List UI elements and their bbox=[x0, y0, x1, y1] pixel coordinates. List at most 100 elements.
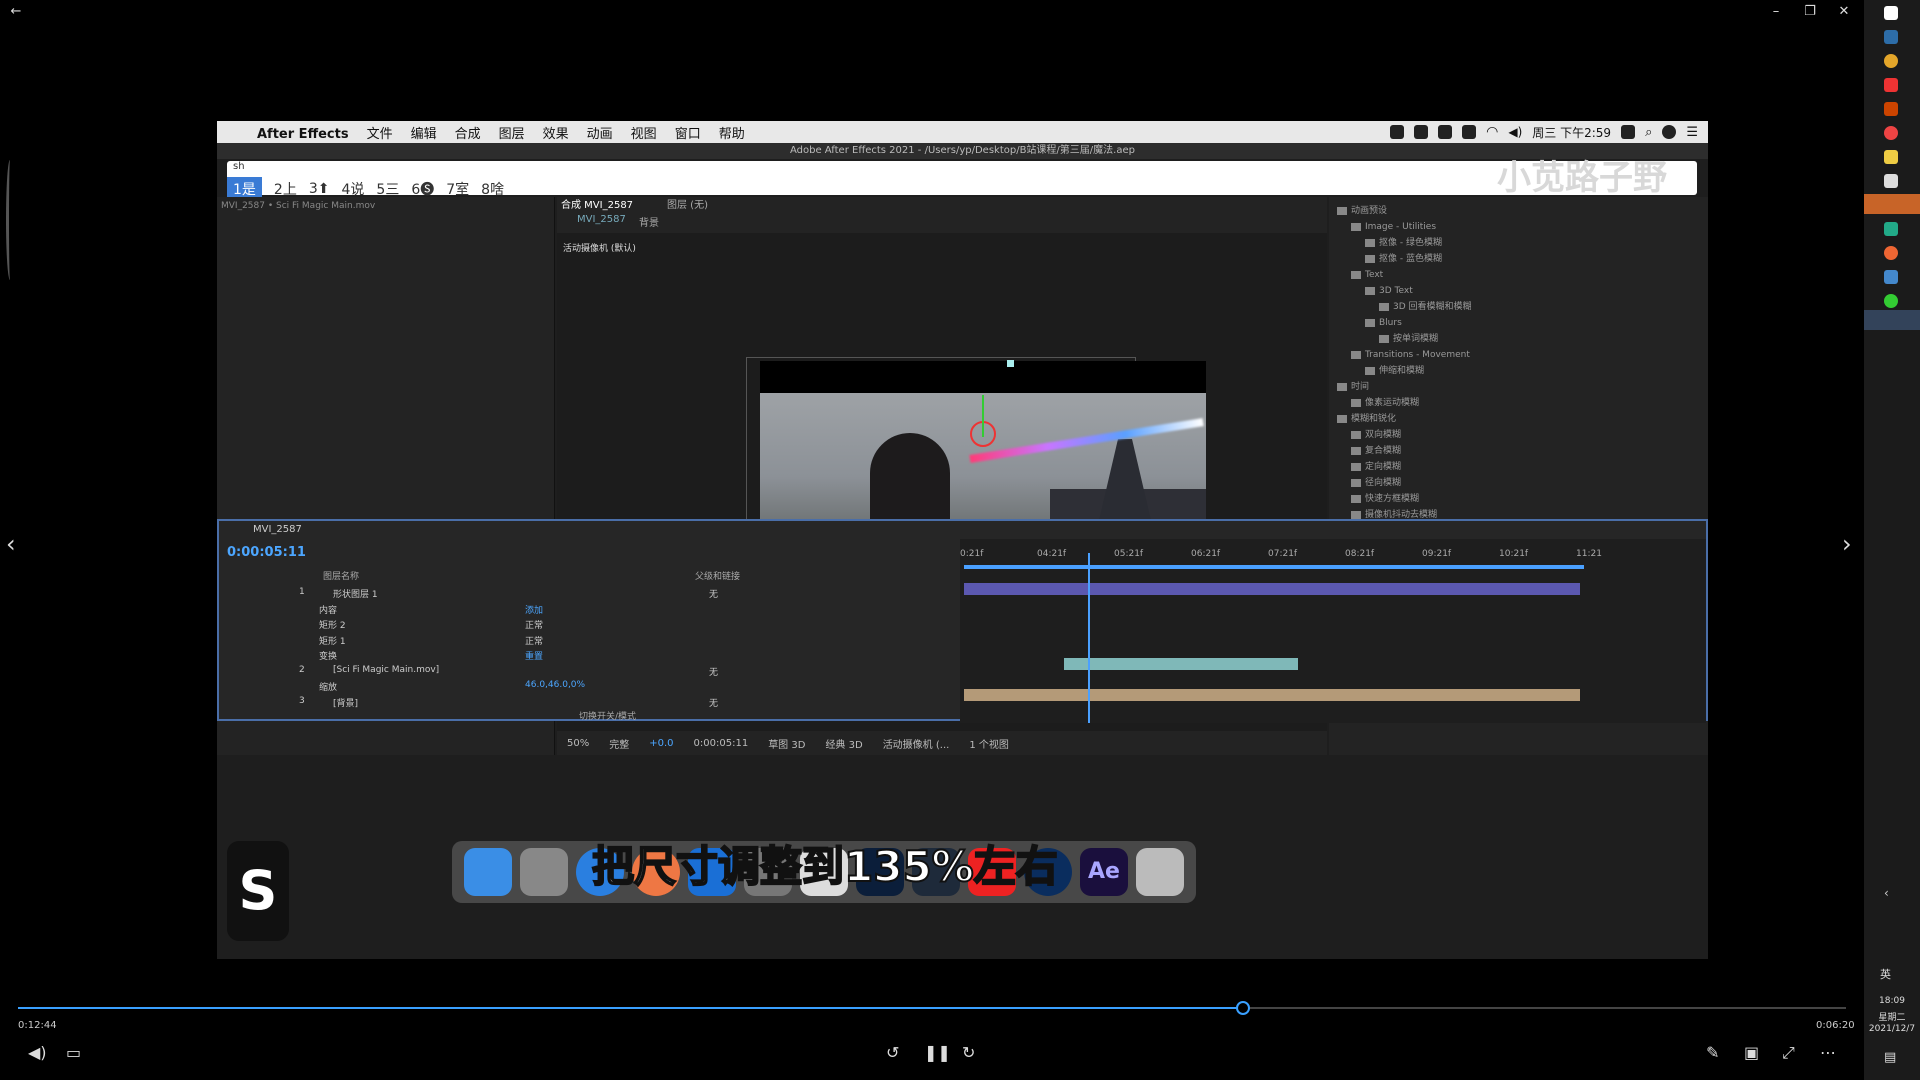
crumb-bg[interactable]: 背景 bbox=[639, 214, 659, 229]
layer-name[interactable]: 内容 bbox=[319, 603, 337, 616]
timeline-time[interactable]: 0:00:05:11 bbox=[227, 545, 306, 560]
close-icon[interactable]: ✕ bbox=[1834, 3, 1854, 21]
tray-app-icon[interactable] bbox=[1414, 125, 1429, 139]
trash-icon[interactable] bbox=[1136, 848, 1184, 896]
tray-w-icon[interactable] bbox=[1438, 125, 1453, 139]
timeline-row[interactable]: 变换 重置 bbox=[219, 649, 959, 664]
timeline-row[interactable]: 矩形 2 正常 bbox=[219, 618, 959, 633]
app-red-icon[interactable] bbox=[1884, 78, 1898, 92]
chrome-icon[interactable] bbox=[1884, 54, 1898, 68]
rewind-10-icon[interactable]: ↺ bbox=[886, 1043, 899, 1062]
video-frame[interactable]: After Effects 文件 编辑 合成 图层 效果 动画 视图 窗口 帮助 ◠ ◀) 周三 … bbox=[217, 121, 1708, 959]
renderer-select[interactable]: 经典 3D bbox=[825, 736, 862, 751]
effects-item[interactable]: 快速方框模糊 bbox=[1333, 491, 1705, 507]
ime-candidate[interactable]: 6🅢 bbox=[411, 179, 434, 199]
timeline-tracks[interactable]: 0:21f 04:21f 05:21f 06:21f 07:21f 08:21f 09:21… bbox=[960, 539, 1706, 723]
effects-item[interactable]: 按单词模糊 bbox=[1333, 331, 1705, 347]
timeline-row[interactable]: 缩放 46.0,46.0,0% bbox=[219, 680, 959, 695]
effects-item[interactable]: 3D 回看模糊和模糊 bbox=[1333, 299, 1705, 315]
layer2-bar[interactable] bbox=[1064, 658, 1298, 670]
layer-mode[interactable]: 正常 bbox=[525, 618, 543, 631]
effects-item[interactable]: 定向模糊 bbox=[1333, 459, 1705, 475]
layer-tab[interactable]: 图层 (无) bbox=[667, 196, 708, 211]
layer-name[interactable]: [Sci Fi Magic Main.mov] bbox=[333, 665, 439, 675]
menu-item[interactable]: After Effects bbox=[257, 127, 349, 142]
layer-mode[interactable]: 正常 bbox=[525, 634, 543, 647]
layer-name[interactable]: 变换 bbox=[319, 649, 337, 662]
work-area-bar[interactable] bbox=[964, 565, 1584, 569]
layer3-bar[interactable] bbox=[964, 689, 1580, 701]
playhead[interactable] bbox=[1088, 553, 1090, 723]
excel-icon[interactable] bbox=[1884, 222, 1898, 236]
effects-item[interactable]: Transitions - Movement bbox=[1333, 347, 1705, 363]
miniplayer-icon[interactable]: ▣ bbox=[1744, 1043, 1759, 1062]
folder-icon[interactable] bbox=[1884, 150, 1898, 164]
record-icon[interactable] bbox=[1390, 125, 1405, 139]
timeline-row[interactable]: 2 [Sci Fi Magic Main.mov] 无 bbox=[219, 665, 959, 680]
pause-icon[interactable]: ❚❚ bbox=[924, 1043, 951, 1062]
input-method-icon[interactable] bbox=[1621, 125, 1636, 139]
next-video-icon[interactable]: › bbox=[1842, 530, 1852, 558]
ime-candidate[interactable]: 2上 bbox=[274, 179, 297, 199]
effects-item[interactable]: 伸缩和模糊 bbox=[1333, 363, 1705, 379]
menu-item[interactable]: 编辑 bbox=[411, 127, 437, 142]
more-icon[interactable]: ⋯ bbox=[1820, 1043, 1836, 1062]
quality-select[interactable]: 完整 bbox=[609, 736, 629, 751]
pin-icon[interactable] bbox=[1884, 174, 1898, 188]
ime-candidate[interactable]: 3⬆ bbox=[309, 181, 330, 197]
edit-icon[interactable]: ✎ bbox=[1706, 1043, 1719, 1062]
fullscreen-icon[interactable]: ⤢ bbox=[1782, 1043, 1795, 1063]
tray-chevron-icon[interactable]: ‹ bbox=[1884, 886, 1889, 900]
time-ruler[interactable]: 0:21f 04:21f 05:21f 06:21f 07:21f 08:21f 09:21… bbox=[960, 545, 1706, 563]
wechat-icon[interactable] bbox=[1884, 294, 1898, 308]
exposure-value[interactable]: +0.0 bbox=[649, 738, 673, 749]
timeline-row[interactable]: 矩形 1 正常 bbox=[219, 634, 959, 649]
menu-item[interactable]: 文件 bbox=[367, 127, 393, 142]
forward-30-icon[interactable]: ↻ bbox=[962, 1043, 975, 1062]
layer-parent[interactable]: 无 bbox=[709, 696, 718, 709]
menu-item[interactable]: 窗口 bbox=[675, 127, 701, 142]
effects-item[interactable]: 像素运动模糊 bbox=[1333, 395, 1705, 411]
layer1-bar[interactable] bbox=[964, 583, 1580, 595]
menu-item[interactable]: 动画 bbox=[587, 127, 613, 142]
layer-name[interactable]: 矩形 1 bbox=[319, 634, 346, 647]
finder-icon[interactable] bbox=[464, 848, 512, 896]
layer-extra[interactable]: 添加 bbox=[525, 603, 543, 616]
comp-timecode[interactable]: 0:00:05:11 bbox=[694, 738, 749, 749]
effects-item[interactable]: Text bbox=[1333, 267, 1705, 283]
active-app2-icon[interactable] bbox=[1864, 310, 1920, 330]
effects-item[interactable]: 抠像 - 蓝色模糊 bbox=[1333, 251, 1705, 267]
browser-icon[interactable] bbox=[1884, 126, 1898, 140]
lang-indicator[interactable]: 英 bbox=[1880, 966, 1891, 982]
app-blue-icon[interactable] bbox=[1884, 270, 1898, 284]
ime-candidate[interactable]: 7室 bbox=[446, 179, 469, 199]
tray-cc-icon[interactable] bbox=[1462, 125, 1477, 139]
active-app-icon[interactable] bbox=[1864, 194, 1920, 214]
toggle-switches[interactable]: 切换开关/模式 bbox=[579, 709, 636, 722]
back-arrow-icon[interactable]: ← bbox=[6, 3, 26, 21]
y-axis-gizmo[interactable] bbox=[982, 395, 984, 437]
launchpad-icon[interactable] bbox=[520, 848, 568, 896]
effects-item[interactable]: 抠像 - 绿色模糊 bbox=[1333, 235, 1705, 251]
effects-item[interactable]: 径向模糊 bbox=[1333, 475, 1705, 491]
layer-name[interactable]: [背景] bbox=[333, 696, 358, 709]
effects-item[interactable]: 时间 bbox=[1333, 379, 1705, 395]
draft-3d[interactable]: 草图 3D bbox=[768, 736, 805, 751]
effects-item[interactable]: 3D Text bbox=[1333, 283, 1705, 299]
layer-parent[interactable]: 无 bbox=[709, 587, 718, 600]
volume-icon[interactable]: ◀) bbox=[1508, 125, 1522, 139]
effects-item[interactable]: 双向模糊 bbox=[1333, 427, 1705, 443]
start-icon[interactable] bbox=[1884, 6, 1898, 20]
menu-item[interactable]: 视图 bbox=[631, 127, 657, 142]
camera-handle[interactable] bbox=[1007, 360, 1014, 367]
layer-name[interactable]: 缩放 bbox=[319, 680, 337, 693]
effects-item[interactable]: 模糊和锐化 bbox=[1333, 411, 1705, 427]
effects-item[interactable]: Image - Utilities bbox=[1333, 219, 1705, 235]
timeline-tab[interactable]: MVI_2587 bbox=[219, 521, 1708, 539]
effects-item[interactable]: Blurs bbox=[1333, 315, 1705, 331]
menu-item[interactable]: 效果 bbox=[543, 127, 569, 142]
control-center-icon[interactable]: ☰ bbox=[1686, 125, 1698, 140]
spotlight-icon[interactable]: ⌕ bbox=[1645, 125, 1652, 140]
wifi-icon[interactable]: ◠ bbox=[1486, 124, 1498, 140]
active-camera-select[interactable]: 活动摄像机 (... bbox=[883, 736, 950, 751]
